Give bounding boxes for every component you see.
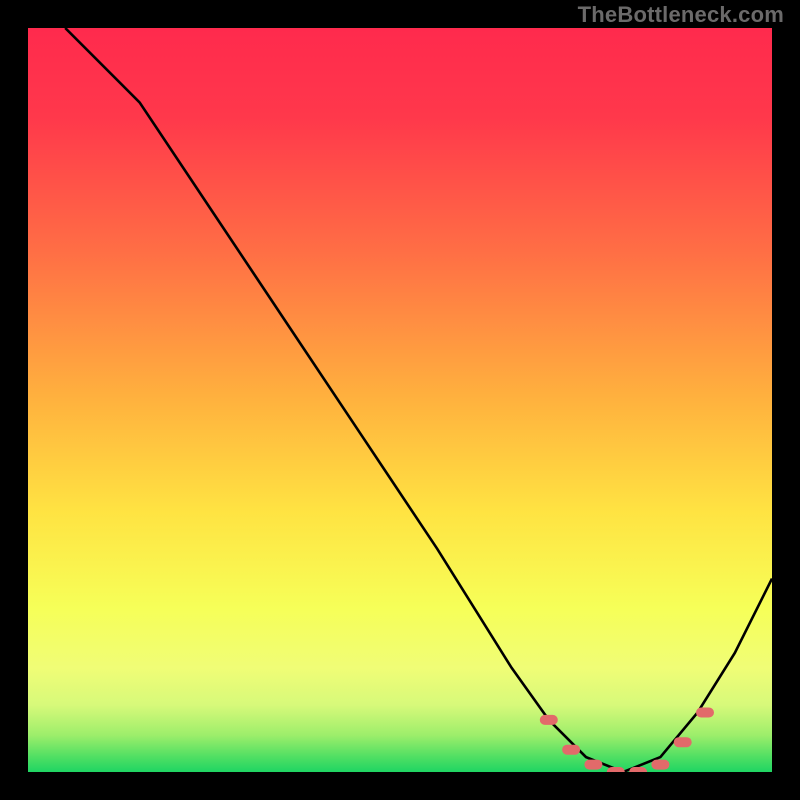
- gradient-background: [28, 28, 772, 772]
- sweet-spot-marker: [562, 745, 580, 755]
- sweet-spot-marker: [629, 767, 647, 772]
- sweet-spot-marker: [674, 737, 692, 747]
- attribution-text: TheBottleneck.com: [578, 2, 784, 28]
- sweet-spot-marker: [584, 760, 602, 770]
- chart-svg: [28, 28, 772, 772]
- sweet-spot-marker: [696, 708, 714, 718]
- sweet-spot-marker: [651, 760, 669, 770]
- sweet-spot-marker: [607, 767, 625, 772]
- chart-frame: TheBottleneck.com: [0, 0, 800, 800]
- plot-area: [28, 28, 772, 772]
- sweet-spot-marker: [540, 715, 558, 725]
